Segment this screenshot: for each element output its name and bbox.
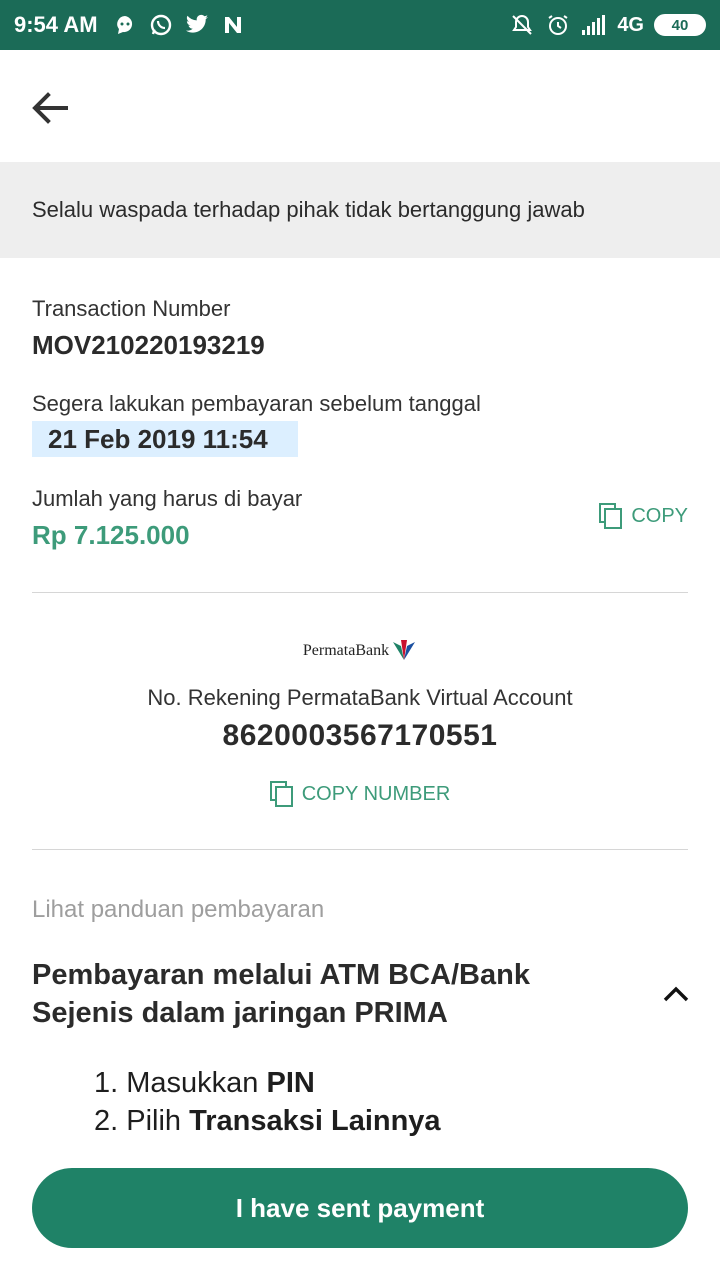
app-bar bbox=[0, 50, 720, 162]
step-keyword: PIN bbox=[266, 1067, 315, 1099]
transaction-number-label: Transaction Number bbox=[32, 296, 231, 321]
payment-step: 2. Pilih Transaksi Lainnya bbox=[94, 1102, 654, 1140]
alarm-icon bbox=[545, 12, 571, 38]
collapse-button[interactable] bbox=[656, 976, 696, 1012]
warning-banner: Selalu waspada terhadap pihak tidak bert… bbox=[0, 162, 720, 258]
copy-number-label: COPY NUMBER bbox=[301, 782, 451, 805]
step-text: Pilih bbox=[126, 1105, 190, 1137]
twitter-icon bbox=[184, 12, 210, 38]
step-number: 2. bbox=[94, 1105, 119, 1137]
divider bbox=[32, 592, 688, 593]
virtual-account-number: 8620003567170551 bbox=[222, 719, 498, 752]
copy-icon bbox=[269, 781, 293, 807]
back-button[interactable] bbox=[22, 80, 78, 136]
amount-label: Jumlah yang harus di bayar bbox=[32, 486, 303, 511]
status-icons-left bbox=[112, 12, 246, 38]
virtual-account-label: No. Rekening PermataBank Virtual Account bbox=[147, 685, 573, 710]
whatsapp-icon bbox=[148, 12, 174, 38]
battery-indicator: 40 bbox=[654, 14, 706, 36]
step-keyword: Transaksi Lainnya bbox=[189, 1105, 441, 1137]
status-bar: 9:54 AM 4G 40 bbox=[0, 0, 720, 50]
divider bbox=[32, 849, 688, 850]
copy-amount-button[interactable]: COPY bbox=[599, 503, 688, 529]
chevron-up-icon bbox=[663, 986, 689, 1002]
payment-method-title[interactable]: Pembayaran melalui ATM BCA/Bank Sejenis … bbox=[32, 956, 592, 1032]
status-time: 9:54 AM bbox=[14, 12, 98, 37]
payment-guide-label: Lihat panduan pembayaran bbox=[32, 896, 325, 923]
bank-logo-text: PermataBank bbox=[302, 642, 390, 659]
arrow-left-icon bbox=[32, 92, 68, 124]
step-text: Masukkan bbox=[126, 1067, 267, 1099]
n-app-icon bbox=[220, 12, 246, 38]
permata-bank-logo: PermataBank bbox=[0, 638, 720, 664]
payment-sent-button[interactable]: I have sent payment bbox=[32, 1168, 688, 1248]
transaction-number-value: MOV210220193219 bbox=[32, 330, 265, 360]
status-icons-right: 4G 40 bbox=[509, 12, 706, 38]
signal-icon bbox=[581, 12, 607, 38]
copy-icon bbox=[599, 503, 623, 529]
step-number: 1. bbox=[94, 1067, 119, 1099]
network-type: 4G bbox=[617, 13, 644, 36]
deadline-label: Segera lakukan pembayaran sebelum tangga… bbox=[32, 391, 481, 416]
copy-number-button[interactable]: COPY NUMBER bbox=[0, 781, 720, 807]
deadline-date-badge: 21 Feb 2019 11:54 bbox=[32, 421, 298, 457]
permata-logo-icon bbox=[393, 640, 416, 660]
copy-amount-label: COPY bbox=[631, 504, 688, 527]
payment-steps-list: 1. Masukkan PIN 2. Pilih Transaksi Lainn… bbox=[94, 1064, 654, 1140]
amount-value: Rp 7.125.000 bbox=[32, 520, 190, 550]
chat-icon bbox=[112, 12, 138, 38]
notifications-off-icon bbox=[509, 12, 535, 38]
payment-step: 1. Masukkan PIN bbox=[94, 1064, 654, 1102]
